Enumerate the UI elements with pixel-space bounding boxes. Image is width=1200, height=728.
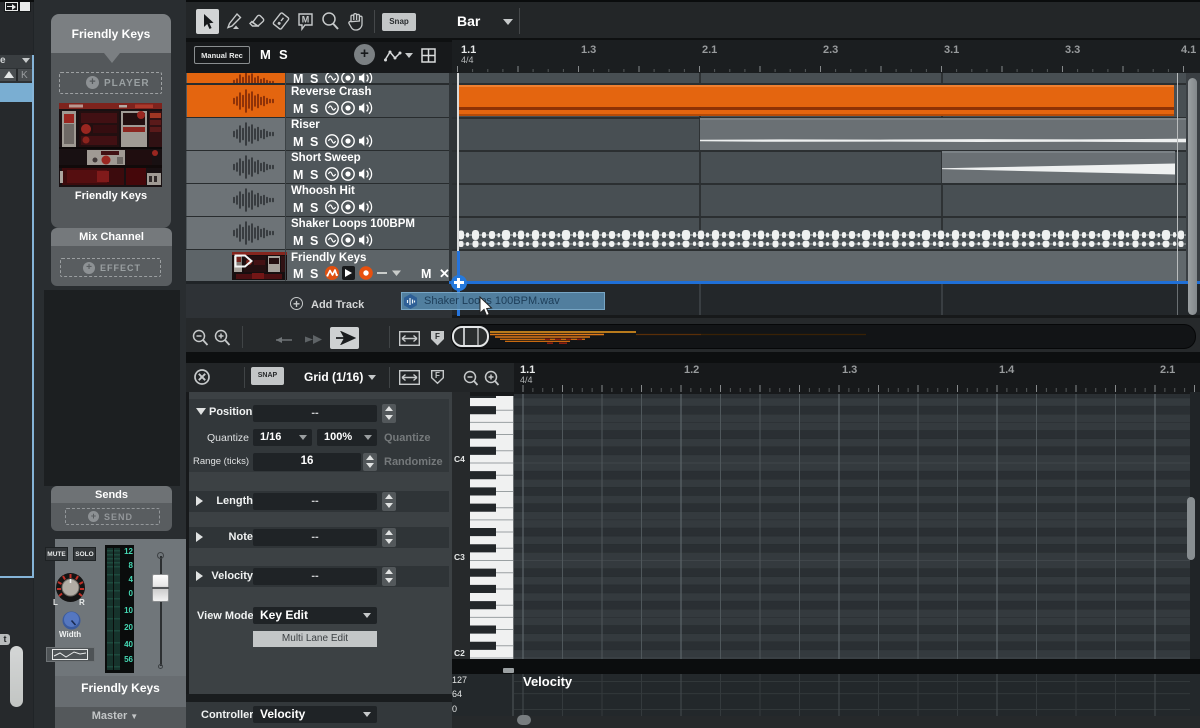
svg-text:S: S — [310, 267, 318, 281]
svg-text:4/4: 4/4 — [461, 55, 474, 65]
svg-text:✕: ✕ — [439, 266, 450, 281]
svg-text:M: M — [293, 267, 303, 281]
svg-text:2.1: 2.1 — [702, 44, 717, 56]
svg-text:F: F — [435, 332, 440, 341]
svg-text:1.3: 1.3 — [581, 44, 596, 56]
svg-text:3.1: 3.1 — [944, 44, 959, 56]
svg-text:M: M — [302, 15, 310, 25]
svg-text:2.3: 2.3 — [823, 44, 838, 56]
svg-text:3.3: 3.3 — [1065, 44, 1080, 56]
svg-text:F: F — [435, 371, 440, 380]
svg-text:M: M — [421, 267, 431, 281]
svg-text:4.1: 4.1 — [1181, 44, 1196, 56]
